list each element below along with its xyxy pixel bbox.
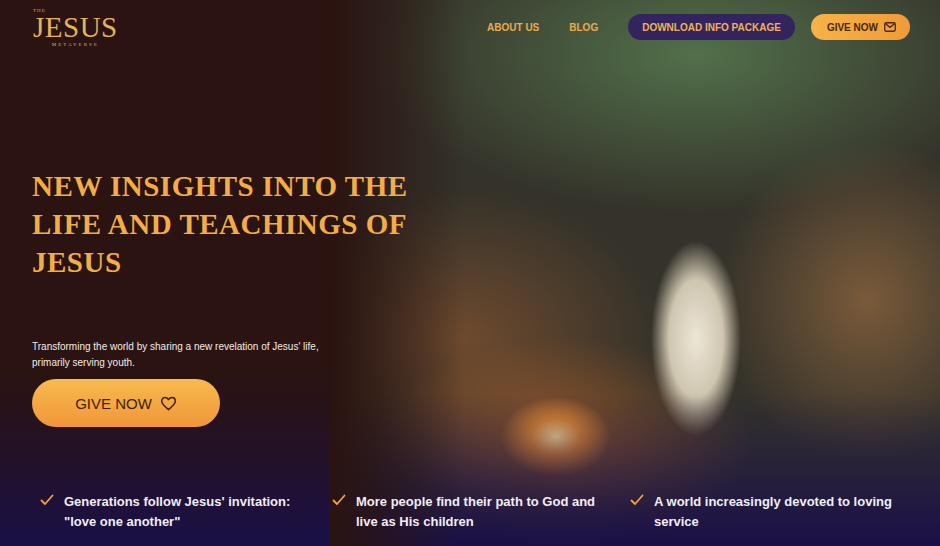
hero-painting xyxy=(330,0,940,546)
give-now-button[interactable]: GIVE NOW xyxy=(32,379,220,427)
logo[interactable]: THEJESUSMETAVERSE xyxy=(33,8,118,47)
features-bar: Generations follow Jesus' invitation: "l… xyxy=(0,492,940,546)
feature-text: A world increasingly devoted to loving s… xyxy=(654,492,916,532)
envelope-icon xyxy=(884,22,896,32)
feature-text: More people find their path to God and l… xyxy=(356,492,618,532)
logo-name: JESUS xyxy=(33,13,118,42)
hero-subtitle: Transforming the world by sharing a new … xyxy=(32,339,352,371)
feature-text: Generations follow Jesus' invitation: "l… xyxy=(64,492,326,532)
check-icon xyxy=(630,494,644,506)
feature-item: A world increasingly devoted to loving s… xyxy=(630,492,916,532)
landing-page: THEJESUSMETAVERSE ABOUT US BLOG DOWNLOAD IN… xyxy=(0,0,940,546)
hero: NEW INSIGHTS INTO THE LIFE AND TEACHINGS… xyxy=(0,50,940,427)
site-header: THEJESUSMETAVERSE ABOUT US BLOG DOWNLOAD IN… xyxy=(0,0,940,50)
feature-item: Generations follow Jesus' invitation: "l… xyxy=(40,492,332,532)
check-icon xyxy=(40,494,54,506)
logo-bottom-text: METAVERSE xyxy=(52,42,99,47)
hero-title: NEW INSIGHTS INTO THE LIFE AND TEACHINGS… xyxy=(32,167,482,281)
nav-link[interactable]: BLOG xyxy=(569,22,598,33)
feature-item: More people find their path to God and l… xyxy=(332,492,630,532)
download-button[interactable]: DOWNLOAD INFO PACKAGE xyxy=(628,14,795,40)
give-now-button-label: GIVE NOW xyxy=(75,395,152,412)
heart-icon xyxy=(160,396,177,411)
nav-link[interactable]: ABOUT US xyxy=(487,22,539,33)
give-now-label: GIVE NOW xyxy=(827,22,878,33)
check-icon xyxy=(332,494,346,506)
give-now-header-button[interactable]: GIVE NOW xyxy=(811,14,910,40)
main-nav: ABOUT US BLOG DOWNLOAD INFO PACKAGE GIVE NO… xyxy=(487,8,910,40)
